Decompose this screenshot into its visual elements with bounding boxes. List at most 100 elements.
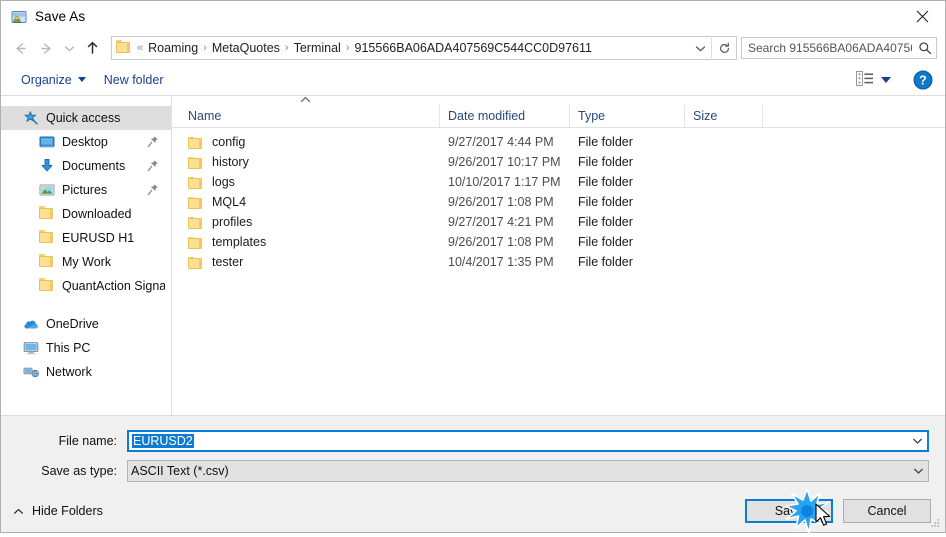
sidebar-item-onedrive[interactable]: OneDrive — [1, 312, 171, 336]
file-name-label: templates — [212, 235, 267, 249]
search-input[interactable] — [742, 41, 914, 55]
save-form: File name: EURUSD2 Save as type: ASCII T… — [1, 415, 945, 490]
sidebar-item-quantaction-signal[interactable]: QuantAction Signal — [1, 274, 171, 298]
organize-button[interactable]: Organize — [15, 70, 92, 90]
sidebar-item-eurusd-h1[interactable]: EURUSD H1 — [1, 226, 171, 250]
chevron-down-icon — [881, 76, 891, 83]
help-icon[interactable]: ? — [913, 70, 933, 90]
sidebar-item-label: Documents — [62, 159, 126, 173]
file-date-cell: 9/27/2017 4:21 PM — [448, 215, 554, 229]
toolbar-right-group: ? — [852, 69, 937, 91]
column-header-type[interactable]: Type — [570, 105, 685, 127]
folder-icon — [188, 216, 204, 230]
sidebar-item-documents[interactable]: Documents — [1, 154, 171, 178]
breadcrumb-item-0[interactable]: Roaming — [145, 38, 201, 58]
view-options-button[interactable] — [852, 69, 895, 91]
sidebar-item-desktop[interactable]: Desktop — [1, 130, 171, 154]
resize-grip[interactable] — [929, 517, 941, 529]
address-bar[interactable]: « Roaming › MetaQuotes › Terminal › 9155… — [111, 36, 737, 60]
chevron-down-icon[interactable] — [908, 467, 928, 475]
table-row[interactable]: templates 9/26/2017 1:08 PM File folder — [172, 232, 945, 252]
folder-icon — [188, 256, 204, 270]
up-arrow-icon[interactable] — [79, 35, 105, 61]
chevron-down-icon[interactable] — [907, 437, 927, 445]
table-row[interactable]: history 9/26/2017 10:17 PM File folder — [172, 152, 945, 172]
svg-text:?: ? — [919, 73, 927, 87]
breadcrumb-separator: › — [284, 42, 289, 54]
save-as-type-row: Save as type: ASCII Text (*.csv) — [17, 460, 929, 482]
sidebar-item-downloaded[interactable]: Downloaded — [1, 202, 171, 226]
table-row[interactable]: tester 10/4/2017 1:35 PM File folder — [172, 252, 945, 272]
column-header-name[interactable]: Name — [180, 105, 440, 127]
table-row[interactable]: MQL4 9/26/2017 1:08 PM File folder — [172, 192, 945, 212]
table-row[interactable]: profiles 9/27/2017 4:21 PM File folder — [172, 212, 945, 232]
search-box[interactable] — [741, 37, 937, 59]
sidebar-item-my-work[interactable]: My Work — [1, 250, 171, 274]
breadcrumb-separator: › — [203, 42, 207, 54]
column-headers: Name Date modified Type Size — [172, 105, 945, 128]
back-arrow-icon[interactable] — [7, 35, 33, 61]
sidebar-item-label: Network — [46, 365, 92, 379]
forward-arrow-icon[interactable] — [33, 35, 59, 61]
close-icon[interactable] — [899, 1, 945, 31]
file-name-label: config — [212, 135, 246, 149]
sidebar-item-pictures[interactable]: Pictures — [1, 178, 171, 202]
save-as-type-select[interactable]: ASCII Text (*.csv) — [127, 460, 929, 482]
save-as-type-label: Save as type: — [41, 464, 117, 478]
sidebar-item-quick-access[interactable]: Quick access — [1, 106, 171, 130]
column-header-date-modified[interactable]: Date modified — [440, 105, 570, 127]
folder-icon — [39, 254, 55, 270]
documents-icon — [39, 158, 55, 174]
sidebar-item-label: Desktop — [62, 135, 108, 149]
chevron-down-icon[interactable] — [689, 38, 711, 58]
folder-icon — [39, 206, 55, 222]
column-header-size[interactable]: Size — [685, 105, 763, 127]
folder-icon — [188, 196, 204, 210]
pin-icon[interactable] — [147, 135, 159, 148]
pin-icon[interactable] — [147, 159, 159, 172]
chevron-down-icon — [77, 77, 86, 82]
sidebar-item-label: Quick access — [46, 111, 121, 125]
pin-icon[interactable] — [147, 183, 159, 196]
file-name-cell: logs — [180, 175, 440, 190]
organize-label: Organize — [21, 72, 72, 87]
file-type-cell: File folder — [578, 135, 633, 149]
hide-folders-button[interactable]: Hide Folders — [13, 504, 103, 518]
dialog-body: Quick access Desktop Documents Pictures … — [1, 96, 945, 415]
file-name-input[interactable]: EURUSD2 — [127, 430, 929, 452]
sidebar-item-label: OneDrive — [46, 317, 99, 331]
recent-locations-chevron-icon[interactable] — [59, 35, 79, 61]
file-name-label: history — [212, 155, 249, 169]
cancel-button[interactable]: Cancel — [843, 499, 931, 523]
cancel-button-label: Cancel — [867, 504, 907, 518]
breadcrumb-item-1[interactable]: MetaQuotes — [209, 38, 283, 58]
search-icon — [914, 41, 936, 55]
breadcrumb-prefix: « — [137, 42, 144, 54]
new-folder-button[interactable]: New folder — [98, 70, 170, 90]
folder-icon — [39, 278, 55, 294]
file-name-label: MQL4 — [212, 195, 247, 209]
folder-icon — [116, 40, 132, 56]
breadcrumb-item-2[interactable]: Terminal — [291, 38, 344, 58]
table-row[interactable]: logs 10/10/2017 1:17 PM File folder — [172, 172, 945, 192]
save-button[interactable]: Save — [745, 499, 833, 523]
breadcrumb-item-3[interactable]: 915566BA06ADA407569C544CC0D97611 — [352, 38, 595, 58]
file-name-cell: MQL4 — [180, 195, 440, 210]
sidebar-item-this-pc[interactable]: This PC — [1, 336, 171, 360]
network-icon — [23, 364, 39, 380]
folder-icon — [39, 230, 55, 246]
table-row[interactable]: config 9/27/2017 4:44 PM File folder — [172, 132, 945, 152]
folder-icon — [188, 176, 204, 190]
new-folder-label: New folder — [103, 72, 164, 87]
window-title: Save As — [35, 9, 86, 24]
file-type-cell: File folder — [578, 215, 633, 229]
sidebar-item-network[interactable]: Network — [1, 360, 171, 384]
onedrive-icon — [23, 316, 39, 332]
star-pin-icon — [23, 110, 39, 126]
refresh-icon[interactable] — [711, 38, 736, 58]
file-list-pane: Name Date modified Type Size config 9/27… — [172, 96, 945, 415]
file-type-cell: File folder — [578, 195, 633, 209]
file-date-cell: 10/4/2017 1:35 PM — [448, 255, 554, 269]
file-date-cell: 10/10/2017 1:17 PM — [448, 175, 561, 189]
